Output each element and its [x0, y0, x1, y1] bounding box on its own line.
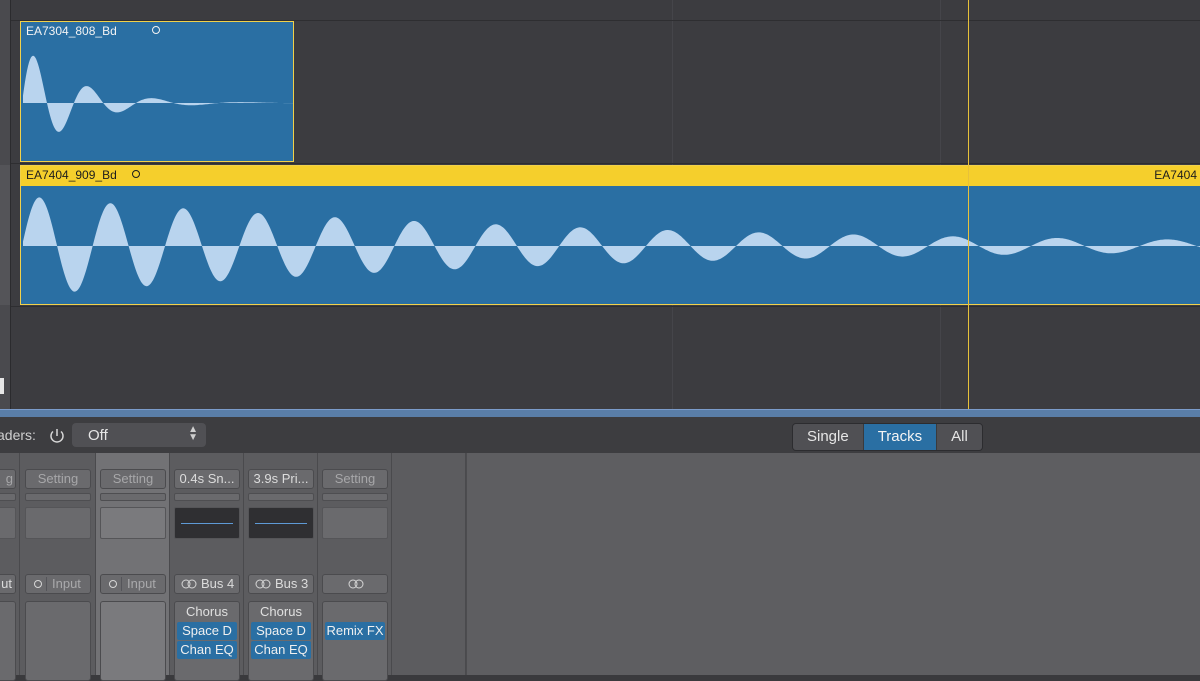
track-header-selected[interactable] [0, 165, 10, 305]
track-header-edge [0, 0, 11, 410]
eq-thumbnail[interactable] [248, 507, 314, 539]
channel-strip: Setting Remix FX [318, 453, 392, 681]
lane-divider [0, 163, 1200, 164]
faders-select-value: Off [88, 427, 108, 444]
plugin-slot-chorus[interactable]: Chorus [251, 603, 311, 621]
lane-divider [0, 306, 1200, 307]
setting-button[interactable]: Setting [322, 469, 388, 489]
audio-fx-slot: Remix FX [322, 601, 388, 681]
waveform [23, 55, 293, 132]
stereo-link-icon [181, 579, 197, 589]
eq-thumbnail[interactable] [25, 507, 91, 539]
audio-fx-slot: Chorus Space D Chan EQ [174, 601, 240, 681]
channel-strip: 3.9s Pri... Bus 3 Chorus Space D Chan EQ [244, 453, 318, 681]
gain-slot [25, 493, 91, 501]
plugin-slot-empty[interactable] [325, 603, 385, 621]
eq-thumbnail[interactable] [100, 507, 166, 539]
mixer-toolbar: aders: Off ▲ ▼ Single Tracks All [0, 417, 1200, 454]
input-slot[interactable]: Input [100, 574, 166, 594]
track-meter [0, 378, 4, 394]
channel-strips: g ut Setting Input Setting Input 0.4s Sn… [0, 453, 466, 681]
eq-thumbnail[interactable] [0, 507, 16, 539]
audio-fx-slot: Chorus Space D Chan EQ [248, 601, 314, 681]
channel-strip-selected: Setting Input [96, 453, 170, 681]
plugin-slot-space-d[interactable]: Space D [177, 622, 237, 640]
tab-all[interactable]: All [937, 424, 982, 450]
plugin-slot-chorus[interactable]: Chorus [177, 603, 237, 621]
channel-strip: Setting Input [20, 453, 96, 681]
eq-thumbnail[interactable] [174, 507, 240, 539]
channel-strip-empty [392, 453, 466, 675]
input-slot[interactable]: ut [0, 574, 16, 594]
input-slot[interactable]: Input [25, 574, 91, 594]
audio-region-selected[interactable]: EA7404_909_Bd EA7404 [20, 165, 1200, 305]
gain-slot [0, 493, 16, 501]
divider [121, 577, 122, 591]
input-label: Input [52, 576, 81, 591]
mono-input-icon [109, 580, 117, 588]
input-slot[interactable]: Bus 4 [174, 574, 240, 594]
gain-slot [322, 493, 388, 501]
plugin-slot-chan-eq[interactable]: Chan EQ [177, 641, 237, 659]
tab-single[interactable]: Single [793, 424, 864, 450]
faders-label: aders: [0, 427, 36, 443]
channel-strip: g ut [0, 453, 20, 681]
audio-fx-slot[interactable] [100, 601, 166, 681]
plugin-slot-chan-eq[interactable]: Chan EQ [251, 641, 311, 659]
plugin-slot-remix-fx[interactable]: Remix FX [325, 622, 385, 640]
audio-fx-slot[interactable] [25, 601, 91, 681]
input-label: Bus 4 [201, 576, 235, 591]
plugin-slot-space-d[interactable]: Space D [251, 622, 311, 640]
waveform-path [23, 197, 1200, 292]
tracks-area[interactable]: EA7304_808_Bd EA7404_909_Bd EA7404 [0, 0, 1200, 410]
input-label: Bus 3 [275, 576, 309, 591]
channel-strip: 0.4s Sn... Bus 4 Chorus Space D Chan EQ [170, 453, 244, 681]
setting-button[interactable]: Setting [100, 469, 166, 489]
gain-slot [174, 493, 240, 501]
mixer-empty-area [466, 453, 1200, 675]
stereo-link-icon [255, 579, 271, 589]
eq-thumbnail[interactable] [322, 507, 388, 539]
setting-button[interactable]: 3.9s Pri... [248, 469, 314, 489]
mixer-panel: aders: Off ▲ ▼ Single Tracks All g ut Set… [0, 417, 1200, 681]
tab-tracks[interactable]: Tracks [863, 424, 938, 450]
waveform [23, 197, 1200, 292]
audio-fx-slot[interactable] [0, 601, 16, 681]
mono-input-icon [34, 580, 42, 588]
updown-chevron-icon: ▲ ▼ [188, 424, 198, 443]
playhead[interactable] [968, 0, 969, 410]
waveform-path [23, 55, 293, 132]
input-label: Input [127, 576, 156, 591]
divider [46, 577, 47, 591]
audio-region[interactable]: EA7304_808_Bd [20, 21, 294, 162]
setting-button[interactable]: g [0, 469, 16, 489]
gain-slot [100, 493, 166, 501]
pane-divider[interactable] [0, 409, 1200, 417]
view-segmented-control: Single Tracks All [792, 423, 983, 451]
setting-button[interactable]: Setting [25, 469, 91, 489]
power-icon[interactable] [47, 426, 67, 446]
setting-button[interactable]: 0.4s Sn... [174, 469, 240, 489]
gain-slot [248, 493, 314, 501]
faders-select[interactable]: Off ▲ ▼ [72, 423, 206, 447]
stereo-link-icon [348, 579, 364, 589]
input-slot[interactable]: Bus 3 [248, 574, 314, 594]
input-slot[interactable] [322, 574, 388, 594]
